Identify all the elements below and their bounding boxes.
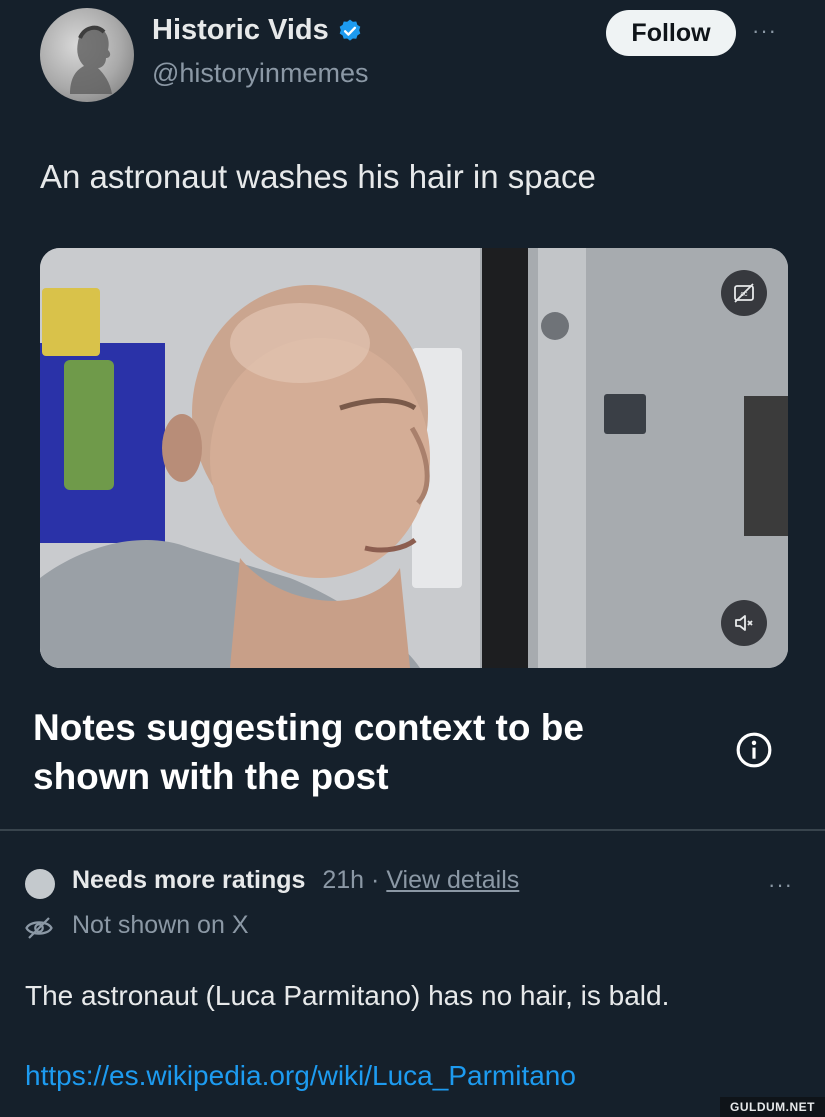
speaker-muted-icon[interactable] bbox=[721, 600, 767, 646]
note-source-link[interactable]: https://es.wikipedia.org/wiki/Luca_Parmi… bbox=[25, 1060, 576, 1092]
video-frame bbox=[40, 248, 788, 668]
verified-badge-icon bbox=[339, 19, 361, 41]
author-handle[interactable]: @historyinmemes bbox=[152, 58, 368, 89]
meta-separator: · bbox=[371, 866, 380, 894]
section-divider bbox=[0, 829, 825, 831]
note-body: The astronaut (Luca Parmitano) has no ha… bbox=[25, 980, 670, 1011]
watermark: GULDUM.NET bbox=[720, 1097, 825, 1117]
note-status-dot bbox=[25, 869, 55, 899]
view-details-link[interactable]: View details bbox=[386, 866, 519, 894]
community-notes-heading: Notes suggesting context to be shown wit… bbox=[33, 707, 584, 797]
note-time: 21h bbox=[322, 866, 365, 894]
note-more-options-icon[interactable]: ··· bbox=[768, 872, 793, 898]
post-text: An astronaut washes his hair in space bbox=[40, 158, 596, 195]
note-visibility: Not shown on X bbox=[72, 911, 249, 939]
follow-button[interactable]: Follow bbox=[606, 10, 736, 56]
video-player[interactable]: cc bbox=[40, 248, 788, 668]
post-more-options-icon[interactable]: ··· bbox=[752, 18, 777, 44]
author-avatar[interactable] bbox=[40, 8, 134, 102]
author-name[interactable]: Historic Vids bbox=[152, 14, 329, 47]
note-status: Needs more ratings bbox=[72, 866, 306, 894]
eye-off-icon bbox=[25, 917, 53, 939]
info-icon[interactable] bbox=[735, 731, 773, 769]
closed-captions-off-icon[interactable]: cc bbox=[721, 270, 767, 316]
note-meta: Needs more ratings 21h · View details bbox=[72, 866, 519, 895]
